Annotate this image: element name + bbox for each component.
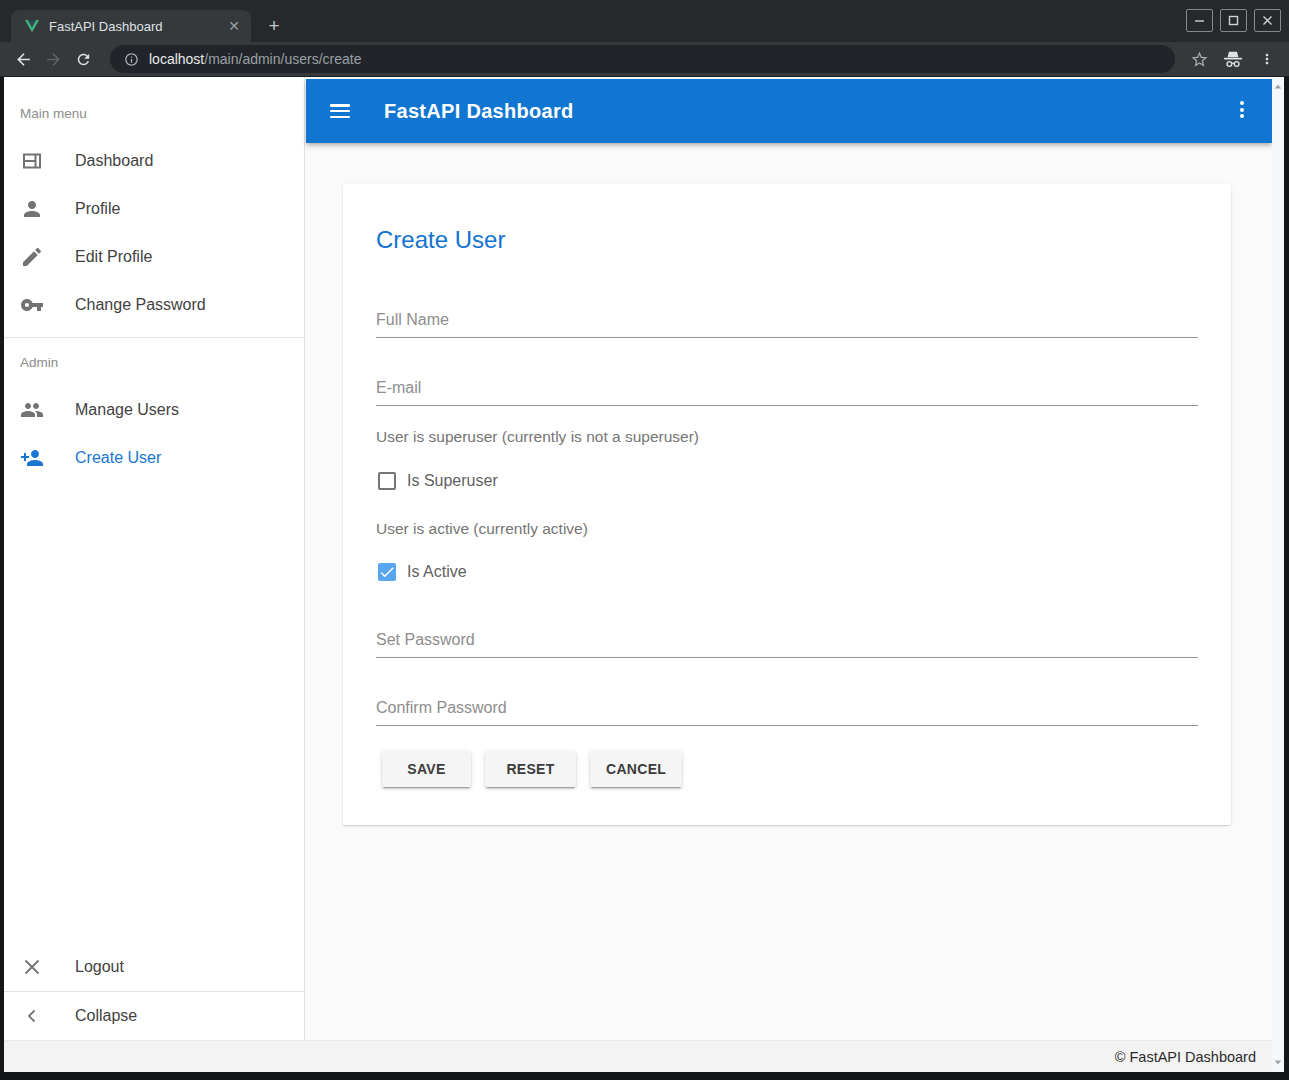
sidebar-header-main-menu: Main menu [4, 89, 304, 137]
chevron-left-icon [20, 1004, 44, 1028]
person-icon [20, 197, 44, 221]
sidebar-header-admin: Admin [4, 338, 304, 386]
browser-menu-icon[interactable] [1255, 47, 1279, 71]
reload-button[interactable] [68, 44, 98, 74]
app-toolbar: FastAPI Dashboard [306, 79, 1272, 143]
sidebar-item-create-user[interactable]: Create User [4, 434, 304, 482]
sidebar-item-label: Create User [75, 449, 161, 467]
cancel-button[interactable]: CANCEL [590, 751, 682, 787]
address-bar[interactable]: localhost/main/admin/users/create [110, 45, 1175, 73]
tab-close-icon[interactable]: ✕ [225, 17, 243, 35]
scrollbar-down-icon[interactable] [1274, 1058, 1282, 1066]
browser-titlebar: FastAPI Dashboard ✕ + [0, 0, 1289, 42]
confirm-password-field-wrap [376, 699, 1198, 726]
back-button[interactable] [8, 44, 38, 74]
full-name-input[interactable] [376, 311, 1198, 337]
full-name-field-wrap [376, 311, 1198, 338]
is-superuser-label: Is Superuser [407, 472, 498, 490]
confirm-password-input[interactable] [376, 699, 1198, 725]
close-window-button[interactable] [1254, 9, 1281, 32]
scrollbar-up-icon[interactable] [1274, 83, 1282, 91]
site-info-icon[interactable] [124, 52, 139, 67]
sidebar: Main menu Dashboard Profile Edit Profile [4, 77, 305, 1040]
tab-title: FastAPI Dashboard [49, 19, 225, 34]
browser-tab[interactable]: FastAPI Dashboard ✕ [11, 10, 251, 42]
maximize-button[interactable] [1220, 9, 1247, 32]
people-icon [20, 398, 44, 422]
footer-text: © FastAPI Dashboard [1115, 1049, 1256, 1065]
superuser-hint: User is superuser (currently is not a su… [376, 429, 699, 445]
sidebar-item-dashboard[interactable]: Dashboard [4, 137, 304, 185]
forward-button[interactable] [38, 44, 68, 74]
hamburger-menu-icon[interactable] [330, 104, 350, 118]
kebab-menu-icon[interactable] [1240, 101, 1244, 118]
set-password-input[interactable] [376, 631, 1198, 657]
sidebar-item-label: Change Password [75, 296, 206, 314]
sidebar-item-label: Edit Profile [75, 248, 152, 266]
sidebar-item-logout[interactable]: Logout [4, 943, 304, 991]
save-button[interactable]: SAVE [382, 751, 471, 787]
pencil-icon [20, 245, 44, 269]
vue-logo-icon [25, 20, 39, 33]
sidebar-item-manage-users[interactable]: Manage Users [4, 386, 304, 434]
email-input[interactable] [376, 379, 1198, 405]
sidebar-item-edit-profile[interactable]: Edit Profile [4, 233, 304, 281]
new-tab-button[interactable]: + [262, 14, 286, 38]
is-active-label: Is Active [407, 563, 467, 581]
sidebar-item-collapse[interactable]: Collapse [4, 992, 304, 1040]
page-scrollbar[interactable] [1272, 77, 1284, 1072]
sidebar-item-label: Profile [75, 200, 120, 218]
logout-x-icon [20, 955, 44, 979]
active-checkbox-row: Is Active [378, 562, 467, 582]
app-title: FastAPI Dashboard [384, 100, 574, 123]
form-title: Create User [376, 226, 505, 254]
minimize-button[interactable] [1186, 9, 1213, 32]
main-content: FastAPI Dashboard Create User User is su… [306, 77, 1272, 1040]
bookmark-star-icon[interactable] [1187, 47, 1211, 71]
page-footer: © FastAPI Dashboard [4, 1040, 1272, 1072]
browser-toolbar: localhost/main/admin/users/create [0, 42, 1289, 77]
person-add-icon [20, 446, 44, 470]
active-hint: User is active (currently active) [376, 521, 588, 537]
superuser-checkbox-row: Is Superuser [378, 471, 498, 491]
sidebar-item-label: Dashboard [75, 152, 153, 170]
set-password-field-wrap [376, 631, 1198, 658]
is-active-checkbox[interactable] [378, 563, 396, 581]
is-superuser-checkbox[interactable] [378, 472, 396, 490]
key-icon [20, 293, 44, 317]
sidebar-item-change-password[interactable]: Change Password [4, 281, 304, 329]
sidebar-item-label: Logout [75, 958, 124, 976]
page-viewport: Main menu Dashboard Profile Edit Profile [4, 77, 1284, 1072]
sidebar-item-label: Collapse [75, 1007, 137, 1025]
email-field-wrap [376, 379, 1198, 406]
dashboard-icon [20, 149, 44, 173]
sidebar-item-profile[interactable]: Profile [4, 185, 304, 233]
sidebar-item-label: Manage Users [75, 401, 179, 419]
incognito-icon [1221, 47, 1245, 71]
url-text: localhost/main/admin/users/create [149, 51, 361, 67]
create-user-card: Create User User is superuser (currently… [343, 184, 1231, 825]
reset-button[interactable]: RESET [485, 751, 576, 787]
